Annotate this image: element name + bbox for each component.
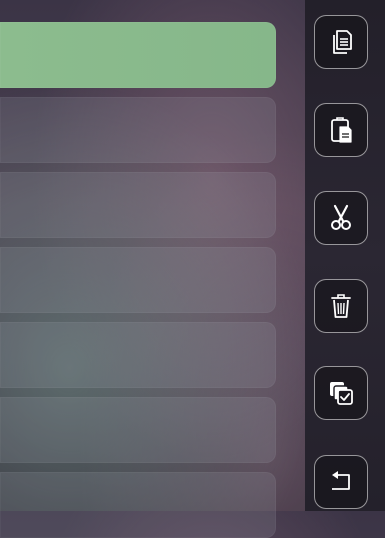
- copy-icon: [333, 30, 352, 54]
- list-item[interactable]: [0, 472, 276, 538]
- back-button[interactable]: [314, 455, 368, 509]
- paste-button[interactable]: [314, 103, 368, 157]
- paste-icon: [331, 117, 352, 143]
- trash-icon: [331, 294, 351, 318]
- select-all-icon: [330, 382, 353, 405]
- select-all-button[interactable]: [314, 366, 368, 420]
- list-item[interactable]: [0, 322, 276, 388]
- list-item[interactable]: [0, 247, 276, 313]
- back-icon: [332, 471, 350, 490]
- action-sidebar: [305, 0, 385, 511]
- list-item[interactable]: [0, 22, 276, 88]
- list-item[interactable]: [0, 172, 276, 238]
- cut-button[interactable]: [314, 191, 368, 245]
- list-item[interactable]: [0, 97, 276, 163]
- list-item[interactable]: [0, 397, 276, 463]
- cut-icon: [331, 204, 351, 230]
- copy-button[interactable]: [314, 15, 368, 69]
- delete-button[interactable]: [314, 279, 368, 333]
